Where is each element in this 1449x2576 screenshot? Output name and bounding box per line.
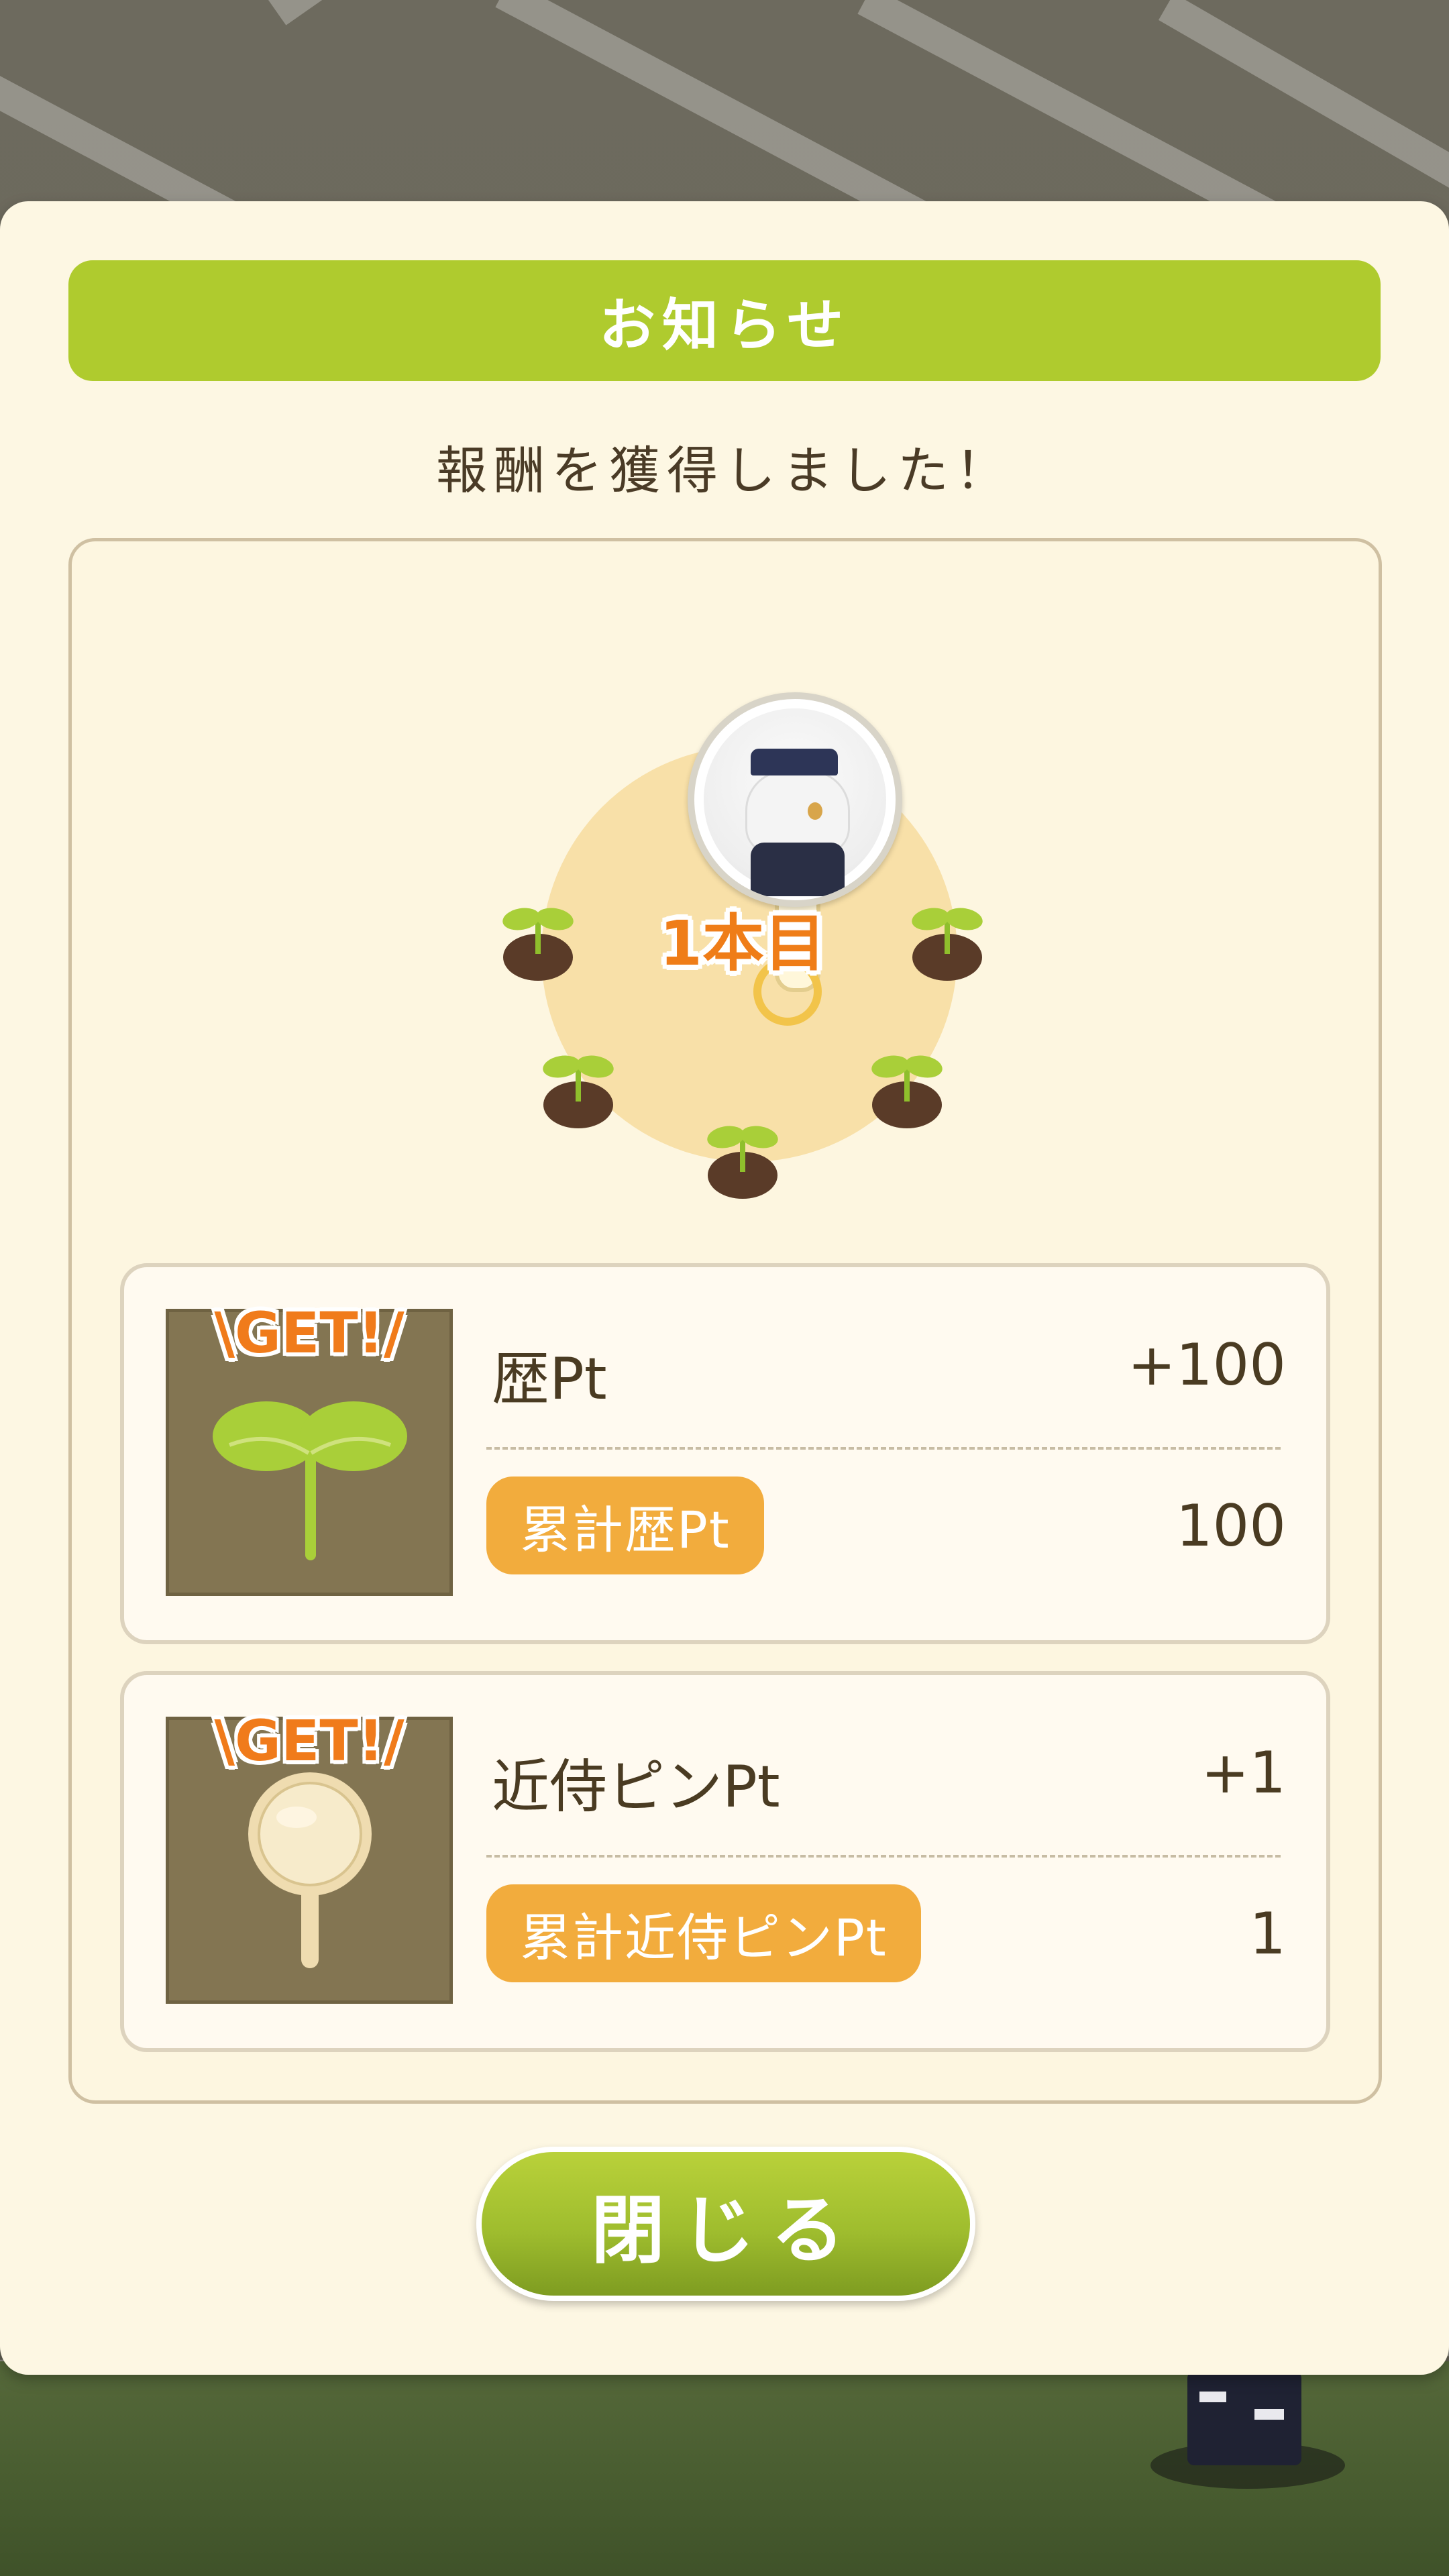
reward-item-gain: +1: [1201, 1739, 1286, 1807]
get-badge: \GET!/: [214, 1300, 405, 1366]
reward-card: \GET!/ 歴Pt +100 累計歴Pt 100: [120, 1263, 1330, 1644]
sprout-icon: [707, 1126, 778, 1199]
total-label-pill: 累計歴Pt: [486, 1477, 764, 1574]
close-button[interactable]: 閉じる: [476, 2147, 975, 2301]
character-hat: [751, 749, 838, 775]
sprout-icon: [213, 1401, 407, 1560]
character-medallion: [688, 692, 902, 907]
reward-item-icon: \GET!/: [166, 1300, 453, 1596]
reward-item-gain: +100: [1127, 1332, 1286, 1399]
dashed-divider: [486, 1855, 1281, 1858]
close-button-label[interactable]: 閉じる: [482, 2152, 970, 2296]
tree-progress-illustration: 1本目: [502, 692, 983, 1199]
character-portrait: [704, 708, 886, 896]
dashed-divider: [486, 1447, 1281, 1450]
reward-message: 報酬を獲得しました！: [436, 441, 1013, 500]
sprout-icon: [871, 1055, 943, 1128]
character-uniform: [751, 843, 845, 896]
reward-card: \GET!/ 近侍ピンPt +1 累計近侍ピンPt 1: [120, 1671, 1330, 2052]
pin-icon: [248, 1772, 372, 1968]
get-badge: \GET!/: [214, 1708, 405, 1774]
dialog-title-bar: お知らせ: [68, 260, 1381, 381]
character-sprite: [1187, 2371, 1301, 2465]
character-eye: [808, 802, 822, 820]
reward-item-name: 近侍ピンPt: [492, 1754, 780, 1821]
sprout-icon: [543, 1055, 614, 1128]
reward-item-icon: \GET!/: [166, 1708, 453, 2004]
reward-dialog: お知らせ 報酬を獲得しました！ 1本目 \GET!/ 歴Pt +100 累計歴P…: [0, 201, 1449, 2375]
tree-count-label: 1本目: [659, 908, 826, 979]
reward-item-name: 歴Pt: [492, 1346, 607, 1413]
dialog-title: お知らせ: [598, 292, 851, 358]
total-value: 100: [1175, 1493, 1286, 1560]
total-label-pill: 累計近侍ピンPt: [486, 1884, 921, 1982]
total-value: 1: [1249, 1900, 1286, 1968]
reward-content-panel: 1本目 \GET!/ 歴Pt +100 累計歴Pt 100 \GET!/ 近侍ピ…: [68, 538, 1382, 2104]
